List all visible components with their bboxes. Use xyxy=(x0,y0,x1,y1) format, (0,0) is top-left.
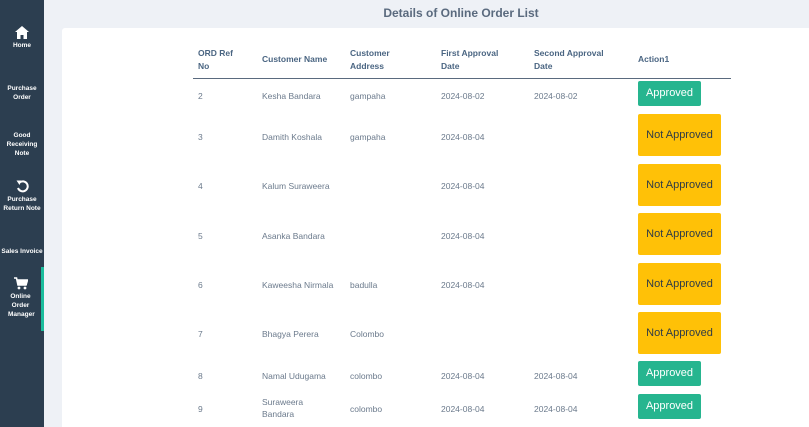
cell-customer-name: Bhagya Perera xyxy=(262,329,319,339)
cell-ref: 6 xyxy=(198,280,203,290)
cell-ref: 7 xyxy=(198,329,203,339)
not-approved-button[interactable]: Not Approved xyxy=(638,263,721,305)
sidebar-item-good-receiving-note[interactable]: Good Receiving Note xyxy=(0,131,44,158)
cell-first-approval: 2024-08-04 xyxy=(441,404,485,414)
sidebar-item-label: Purchase Return Note xyxy=(3,196,41,212)
cell-first-approval: 2024-08-04 xyxy=(441,181,485,191)
header-divider xyxy=(193,78,731,79)
not-approved-button[interactable]: Not Approved xyxy=(638,164,721,206)
cell-ref: 5 xyxy=(198,231,203,241)
not-approved-button[interactable]: Not Approved xyxy=(638,114,721,156)
home-icon xyxy=(15,26,29,39)
sidebar-item-label: Sales Invoice xyxy=(1,248,43,255)
cell-customer-address: Colombo xyxy=(350,329,385,339)
cell-first-approval: 2024-08-04 xyxy=(441,280,485,290)
not-approved-button[interactable]: Not Approved xyxy=(638,312,721,354)
cell-second-approval: 2024-08-04 xyxy=(534,404,578,414)
cell-customer-address: badulla xyxy=(350,280,378,290)
cell-ref: 3 xyxy=(198,132,203,142)
sidebar-item-online-order-manager[interactable]: Online Order Manager xyxy=(0,267,44,331)
cell-ref: 9 xyxy=(198,404,203,414)
cell-customer-name: Kalum Suraweera xyxy=(262,181,330,191)
cell-ref: 4 xyxy=(198,181,203,191)
sidebar: Home Purchase Order Good Receiving Note … xyxy=(0,0,44,427)
approved-button[interactable]: Approved xyxy=(638,361,701,386)
cell-customer-address: gampaha xyxy=(350,132,386,142)
cell-customer-name: Kesha Bandara xyxy=(262,91,321,101)
cell-customer-address: colombo xyxy=(350,404,383,414)
cell-first-approval: 2024-08-04 xyxy=(441,132,485,142)
sidebar-item-label: Home xyxy=(12,42,32,49)
cell-customer-name: Namal Udugama xyxy=(262,371,326,381)
sidebar-item-label: Online Order Manager xyxy=(8,293,35,318)
cell-second-approval: 2024-08-02 xyxy=(534,91,578,101)
header-customer-name: Customer Name xyxy=(262,54,328,64)
header-second-approval-date: Second Approval Date xyxy=(534,48,604,71)
sidebar-item-purchase-order[interactable]: Purchase Order xyxy=(0,84,44,102)
cell-ref: 8 xyxy=(198,371,203,381)
approved-button[interactable]: Approved xyxy=(638,394,701,419)
header-action: Action1 xyxy=(638,54,670,64)
cart-icon xyxy=(13,277,28,290)
sidebar-item-purchase-return-note[interactable]: Purchase Return Note xyxy=(0,180,44,213)
cell-customer-name: Asanka Bandara xyxy=(262,231,325,241)
sidebar-item-sales-invoice[interactable]: Sales Invoice xyxy=(0,247,44,256)
header-customer-address: Customer Address xyxy=(350,48,390,71)
sidebar-item-home[interactable]: Home xyxy=(0,26,44,50)
header-ord-ref: ORD Ref No xyxy=(198,48,233,71)
approved-button[interactable]: Approved xyxy=(638,81,701,106)
page-title: Details of Online Order List xyxy=(383,6,539,20)
cell-customer-name: Suraweera Bandara xyxy=(262,397,304,419)
sidebar-item-label: Good Receiving Note xyxy=(6,132,38,157)
cell-ref: 2 xyxy=(198,91,203,101)
not-approved-button[interactable]: Not Approved xyxy=(638,213,721,255)
sidebar-item-label: Purchase Order xyxy=(7,85,37,101)
undo-icon xyxy=(16,180,29,193)
cell-customer-name: Damith Koshala xyxy=(262,132,323,142)
header-first-approval-date: First Approval Date xyxy=(441,48,499,71)
cell-first-approval: 2024-08-04 xyxy=(441,231,485,241)
cell-second-approval: 2024-08-04 xyxy=(534,371,578,381)
cell-first-approval: 2024-08-04 xyxy=(441,371,485,381)
cell-customer-name: Kaweesha Nirmala xyxy=(262,280,334,290)
cell-first-approval: 2024-08-02 xyxy=(441,91,485,101)
cell-customer-address: gampaha xyxy=(350,91,386,101)
cell-customer-address: colombo xyxy=(350,371,383,381)
